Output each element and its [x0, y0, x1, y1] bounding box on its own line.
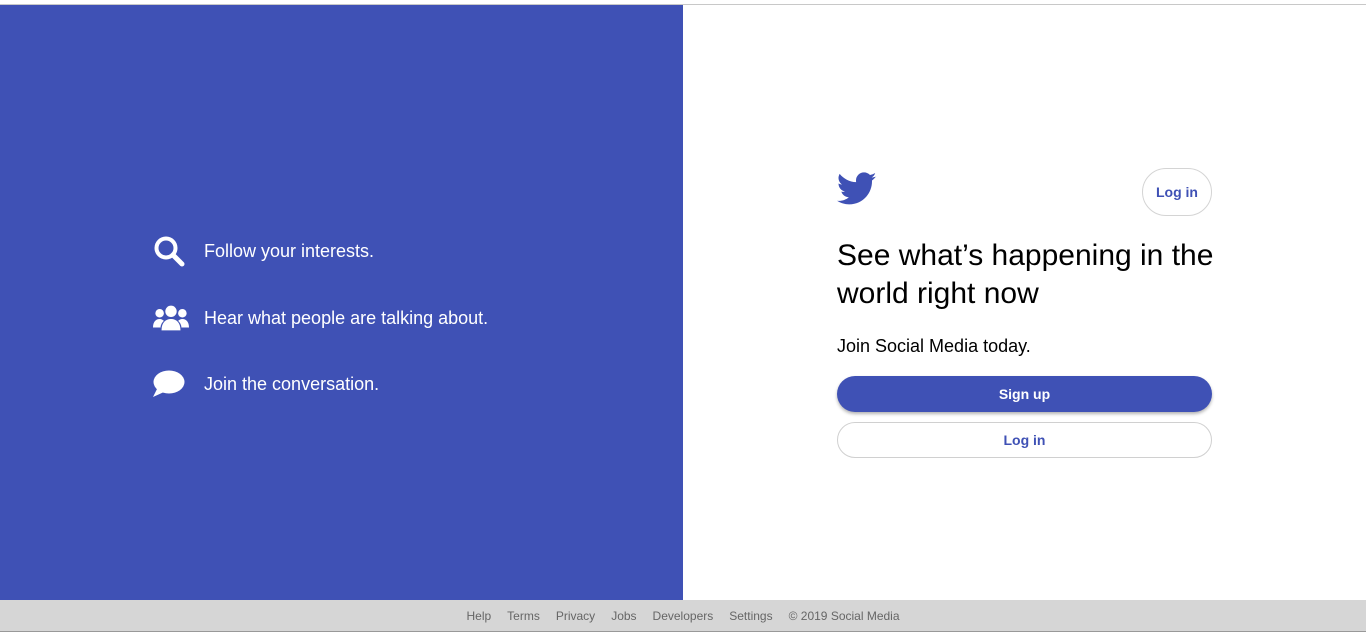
footer-link-settings[interactable]: Settings: [729, 609, 772, 623]
feature-text: Follow your interests.: [204, 240, 375, 261]
footer-copyright: © 2019 Social Media: [788, 608, 900, 623]
join-text: Join Social Media today.: [837, 336, 1031, 356]
chat-bubble-icon: [153, 368, 189, 400]
page-headline: See what’s happening in the world right …: [837, 239, 1214, 310]
footer-link-help[interactable]: Help: [466, 609, 491, 623]
features-panel: Follow your interests. Hear what people …: [0, 5, 683, 600]
footer-link-developers[interactable]: Developers: [653, 609, 714, 623]
login-button[interactable]: Log in: [837, 422, 1212, 458]
users-icon: [153, 302, 189, 334]
signup-panel: Log in See what’s happening in the world…: [683, 5, 1366, 600]
footer: Help Terms Privacy Jobs Developers Setti…: [0, 600, 1366, 632]
bird-icon: [836, 172, 877, 208]
feature-follow-interests: Follow your interests.: [153, 235, 374, 267]
feature-hear-people: Hear what people are talking about.: [153, 302, 488, 334]
search-icon: [153, 235, 189, 267]
footer-link-terms[interactable]: Terms: [507, 609, 540, 623]
feature-text: Hear what people are talking about.: [204, 307, 489, 328]
footer-link-privacy[interactable]: Privacy: [556, 609, 595, 623]
signup-button[interactable]: Sign up: [837, 376, 1212, 412]
footer-link-jobs[interactable]: Jobs: [611, 609, 636, 623]
header-login-button[interactable]: Log in: [1142, 168, 1212, 216]
feature-text: Join the conversation.: [204, 373, 380, 394]
feature-join-conversation: Join the conversation.: [153, 368, 379, 400]
